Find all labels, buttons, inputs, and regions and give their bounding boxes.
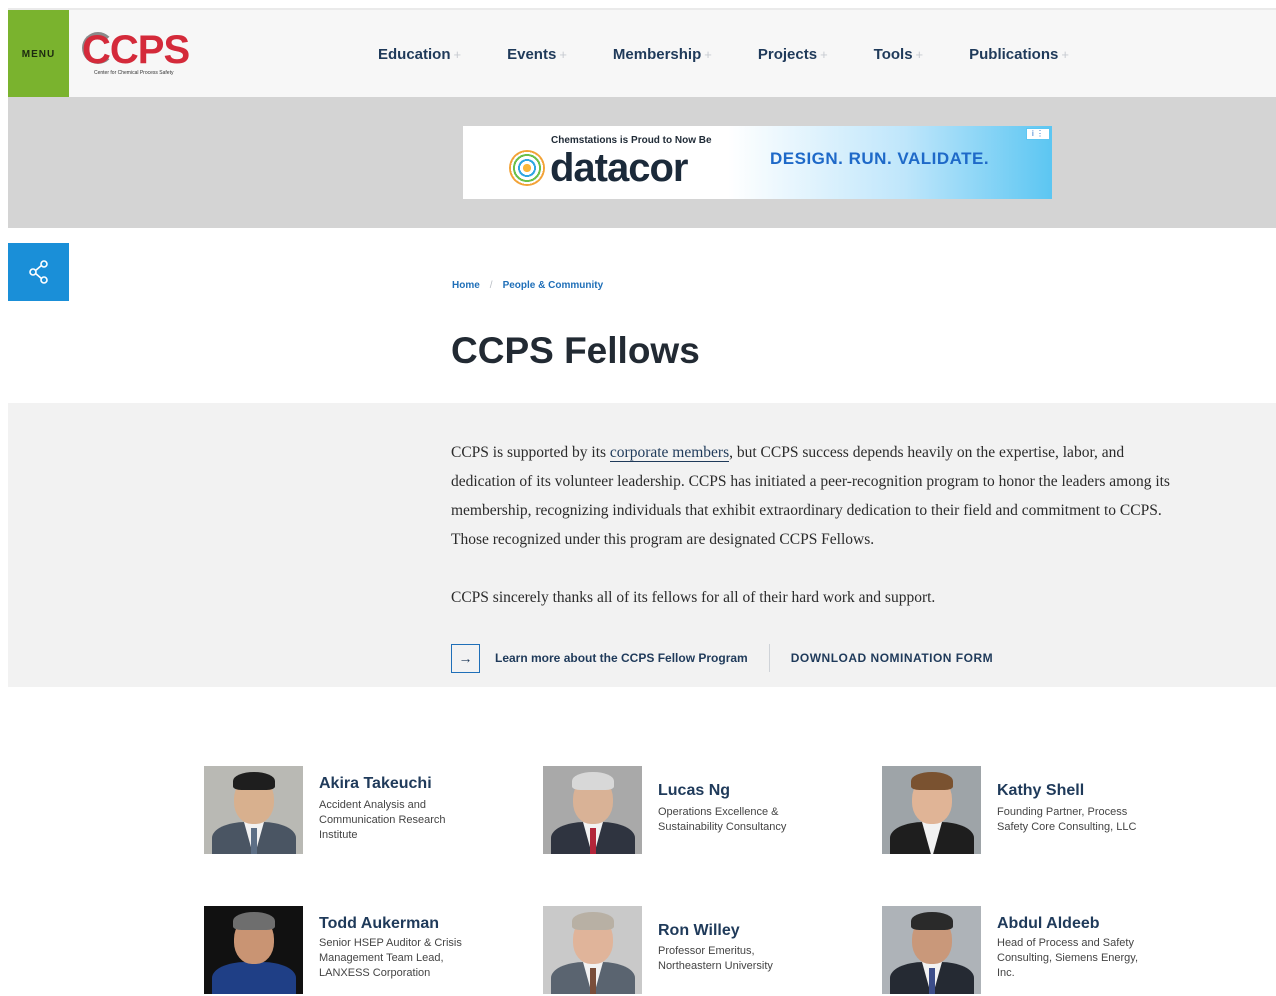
- plus-icon: +: [820, 47, 828, 62]
- cta-divider: [768, 644, 770, 672]
- fellow-org: Accident Analysis and Communication Rese…: [319, 799, 446, 841]
- plus-icon: +: [704, 47, 712, 62]
- breadcrumb-people-community[interactable]: People & Community: [503, 280, 604, 291]
- nav-label: Education: [378, 46, 451, 63]
- breadcrumb: Home / People & Community: [452, 280, 603, 291]
- fellow-name: Lucas Ng: [658, 782, 731, 799]
- photo-body: [212, 962, 296, 994]
- nav-label: Publications: [969, 46, 1059, 63]
- nav-label: Events: [507, 46, 557, 63]
- datacor-ad-banner[interactable]: Chemstations is Proud to Now Be datacor …: [463, 126, 1052, 199]
- fellow-photo: [204, 766, 303, 854]
- intro-paragraph-1: CCPS is supported by its corporate membe…: [451, 438, 1191, 554]
- nav-item-membership[interactable]: Membership +: [613, 46, 712, 63]
- nav-label: Membership: [612, 46, 702, 63]
- fellow-org: Professor Emeritus, Northeastern Univers…: [658, 945, 773, 972]
- fellow-card[interactable]: Abdul Aldeeb Head of Process and Safety …: [882, 906, 1192, 996]
- fellow-name: Abdul Aldeeb: [997, 915, 1100, 932]
- intro-section: CCPS is supported by its corporate membe…: [8, 403, 1276, 687]
- ad-brand: datacor: [550, 146, 688, 190]
- nav-item-events[interactable]: Events +: [507, 46, 567, 63]
- page-title: CCPS Fellows: [451, 330, 700, 371]
- fellow-org: Senior HSEP Auditor & Crisis Management …: [319, 937, 462, 979]
- nav-label: Projects: [757, 46, 818, 63]
- photo-tie: [929, 968, 935, 994]
- photo-hair: [911, 912, 953, 930]
- fellow-org: Head of Process and Safety Consulting, S…: [997, 937, 1139, 979]
- logo-text: CCPS: [82, 28, 190, 72]
- cta-row: → Learn more about the CCPS Fellow Progr…: [451, 643, 993, 673]
- main-nav: Education + Events + Membership + Projects +…: [378, 10, 1115, 99]
- fellow-card[interactable]: Ron Willey Professor Emeritus, Northeast…: [543, 906, 853, 996]
- share-icon: [28, 260, 48, 284]
- fellow-name: Todd Aukerman: [319, 915, 440, 932]
- adchoices-icon[interactable]: i ⋮: [1026, 128, 1050, 140]
- breadcrumb-separator: /: [489, 280, 493, 291]
- site-header: MENU CCPS Center for Chemical Process Sa…: [8, 8, 1276, 99]
- datacor-burst-icon: [509, 150, 545, 186]
- ad-tagline: DESIGN. RUN. VALIDATE.: [770, 149, 990, 168]
- photo-hair: [911, 772, 953, 790]
- nav-item-education[interactable]: Education +: [378, 46, 461, 63]
- intro-text: CCPS is supported by its corporate membe…: [451, 438, 1191, 612]
- menu-button[interactable]: MENU: [8, 10, 69, 99]
- plus-icon: +: [559, 47, 567, 62]
- fellow-photo: [543, 906, 642, 994]
- nav-item-projects[interactable]: Projects +: [758, 46, 828, 63]
- nav-item-tools[interactable]: Tools +: [874, 46, 923, 63]
- photo-tie: [251, 828, 257, 854]
- fellow-name: Akira Takeuchi: [319, 775, 432, 792]
- arrow-right-icon[interactable]: →: [451, 643, 480, 673]
- photo-hair: [233, 912, 275, 930]
- download-nomination-link[interactable]: DOWNLOAD NOMINATION FORM: [791, 651, 993, 665]
- learn-more-link[interactable]: Learn more about the CCPS Fellow Program: [495, 651, 748, 665]
- ad-band: Chemstations is Proud to Now Be datacor …: [8, 97, 1276, 228]
- fellow-photo: [882, 906, 981, 994]
- logo-subtitle: Center for Chemical Process Safety: [94, 70, 174, 76]
- fellow-name: Ron Willey: [658, 922, 740, 939]
- fellow-org: Operations Excellence & Sustainability C…: [658, 806, 787, 833]
- fellow-card[interactable]: Lucas Ng Operations Excellence & Sustain…: [543, 766, 853, 856]
- ccps-logo[interactable]: CCPS Center for Chemical Process Safety: [82, 28, 192, 80]
- share-button[interactable]: [8, 243, 69, 301]
- fellow-org: Founding Partner, Process Safety Core Co…: [997, 806, 1137, 833]
- plus-icon: +: [915, 47, 924, 62]
- breadcrumb-home[interactable]: Home: [452, 280, 480, 291]
- intro-paragraph-2: CCPS sincerely thanks all of its fellows…: [451, 589, 936, 606]
- fellow-photo: [204, 906, 303, 994]
- nav-item-publications[interactable]: Publications +: [969, 46, 1069, 63]
- corporate-members-link[interactable]: corporate members: [609, 444, 730, 462]
- photo-hair: [233, 772, 275, 790]
- photo-hair: [572, 772, 614, 790]
- fellow-card[interactable]: Kathy Shell Founding Partner, Process Sa…: [882, 766, 1192, 856]
- photo-tie: [590, 968, 596, 994]
- plus-icon: +: [453, 47, 462, 62]
- fellow-card[interactable]: Akira Takeuchi Accident Analysis and Com…: [204, 766, 514, 856]
- photo-hair: [572, 912, 614, 930]
- fellow-photo: [543, 766, 642, 854]
- fellow-photo: [882, 766, 981, 854]
- fellow-name: Kathy Shell: [997, 782, 1085, 799]
- fellow-card[interactable]: Todd Aukerman Senior HSEP Auditor & Cris…: [204, 906, 514, 996]
- photo-tie: [590, 828, 596, 854]
- intro-text-span: CCPS is supported by its: [451, 444, 610, 461]
- nav-label: Tools: [873, 46, 913, 63]
- plus-icon: +: [1061, 47, 1069, 62]
